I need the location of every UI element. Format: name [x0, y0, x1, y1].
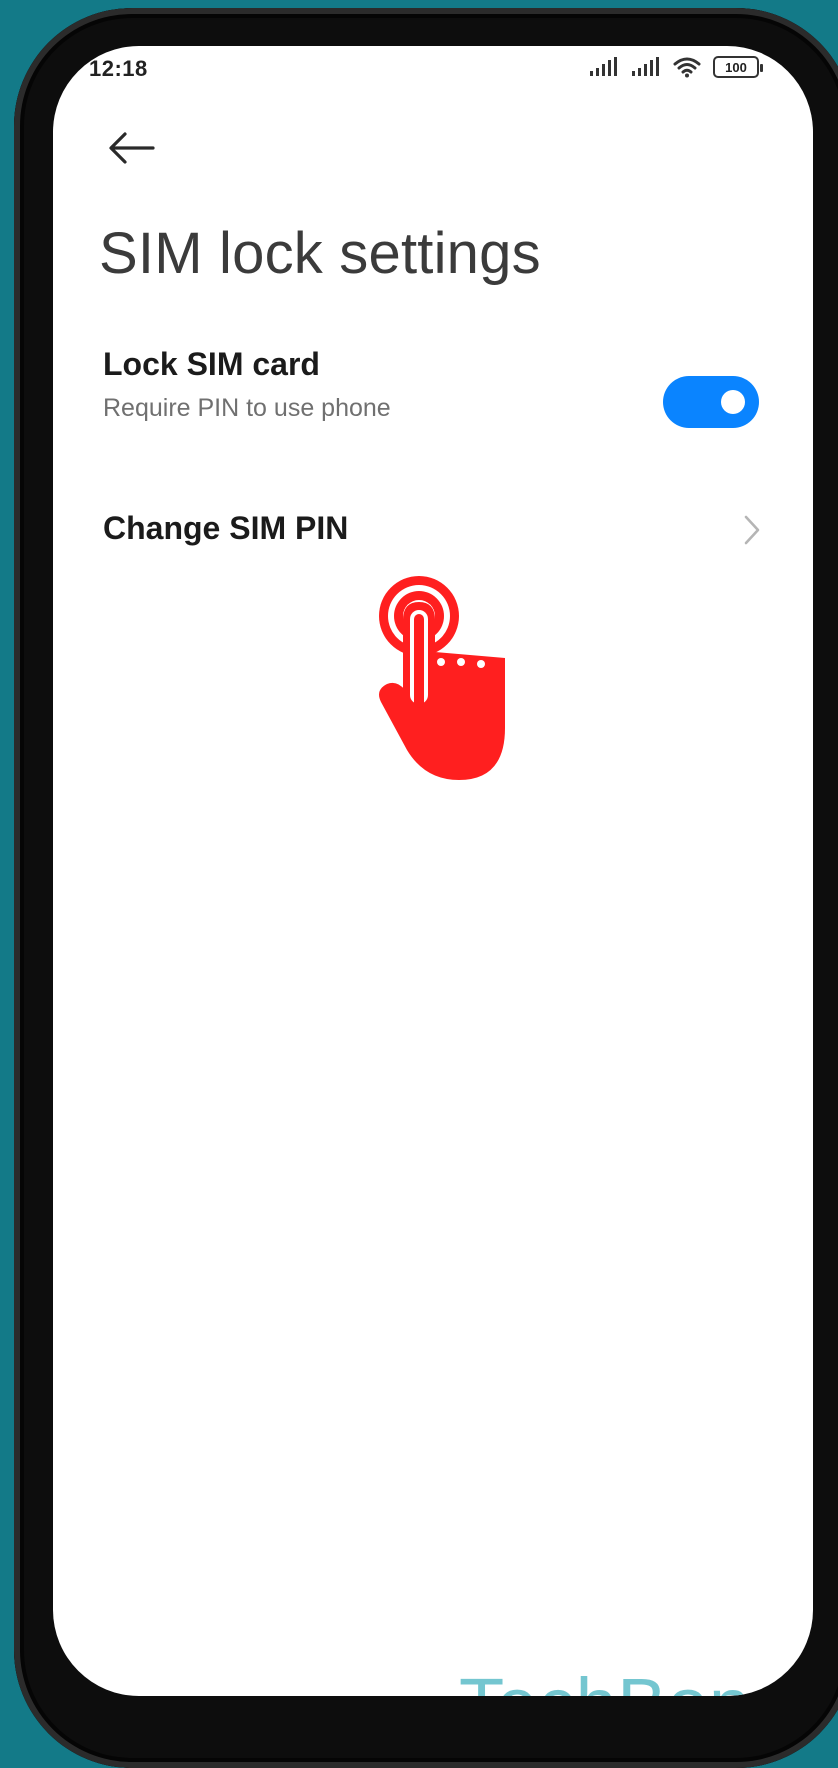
- back-button[interactable]: [101, 118, 161, 178]
- status-bar: 12:18 100: [53, 46, 813, 94]
- techbone-watermark: TechBone: [459, 1662, 792, 1696]
- tap-hand-icon: [379, 576, 505, 780]
- battery-icon: 100: [713, 56, 763, 78]
- signal-icon: [632, 57, 659, 76]
- status-icons: 100: [589, 56, 763, 78]
- change-sim-pin-title: Change SIM PIN: [103, 510, 349, 546]
- page-title: SIM lock settings: [99, 221, 541, 286]
- signal-icon: [590, 57, 617, 76]
- back-arrow-icon: [109, 132, 155, 164]
- change-sim-pin-setting[interactable]: Change SIM PIN: [53, 510, 813, 578]
- lock-sim-card-subtitle: Require PIN to use phone: [103, 394, 391, 422]
- lock-sim-card-title: Lock SIM card: [103, 346, 320, 382]
- wifi-icon: [673, 57, 701, 78]
- toggle-knob: [721, 390, 745, 414]
- battery-level: 100: [725, 59, 747, 75]
- chevron-right-icon: [744, 515, 760, 545]
- status-time: 12:18: [89, 56, 148, 81]
- phone-screen: 12:18 100 SIM lock settings Lock SIM car…: [53, 46, 813, 1696]
- lock-sim-card-setting[interactable]: Lock SIM card Require PIN to use phone: [53, 346, 813, 468]
- lock-sim-toggle[interactable]: [663, 376, 759, 428]
